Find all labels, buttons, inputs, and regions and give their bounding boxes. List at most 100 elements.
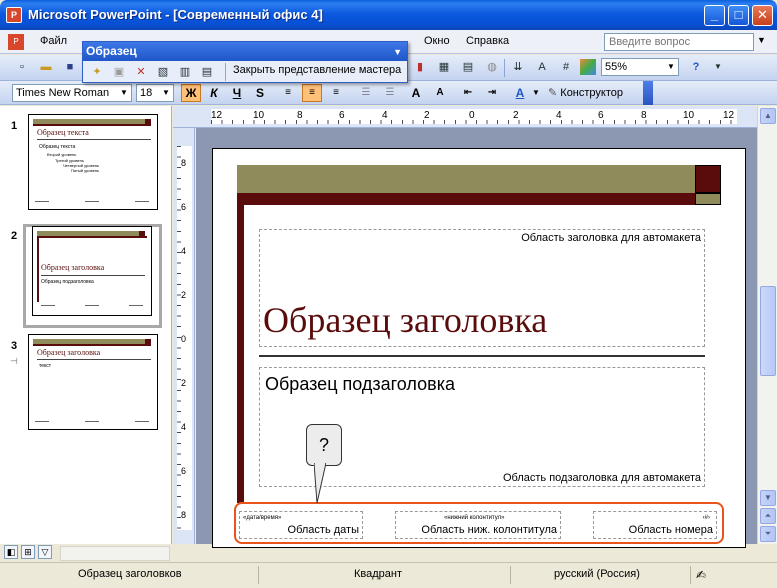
master-layout-icon[interactable]: ▤	[199, 64, 215, 80]
document-icon[interactable]: P	[8, 34, 24, 50]
minimize-button[interactable]: _	[704, 5, 725, 26]
thumb-title: Образец заголовка	[41, 263, 105, 272]
zoom-dropdown-icon[interactable]: ▼	[665, 60, 677, 74]
font-size-value: 18	[140, 87, 153, 99]
ruler-label: 0	[469, 110, 475, 121]
table-icon[interactable]: ▦	[436, 59, 452, 75]
next-slide-icon[interactable]: ⏷	[760, 526, 776, 542]
scroll-down-icon[interactable]: ▼	[760, 490, 776, 506]
designer-label: Конструктор	[560, 87, 623, 99]
slide-sorter-view-icon[interactable]: ⊞	[21, 545, 35, 559]
ruler-label: 2	[181, 378, 187, 388]
thumb-title: Образец текста	[37, 128, 89, 137]
expand-all-icon[interactable]: ⇊	[510, 59, 526, 75]
insert-title-master-icon[interactable]: ▣	[111, 64, 127, 80]
font-size-combo[interactable]: 18 ▼	[136, 84, 174, 102]
ruler-label: 10	[253, 110, 265, 121]
help-dropdown-icon[interactable]: ▼	[757, 35, 766, 45]
menu-help[interactable]: Справка	[466, 35, 509, 47]
align-right-icon[interactable]: ≡	[326, 84, 346, 102]
font-dropdown-icon[interactable]: ▼	[118, 86, 130, 100]
corner-block	[695, 165, 721, 193]
ruler-label: 4	[181, 422, 187, 432]
thumbnail-slide-master-2[interactable]: Образец заголовка текст	[28, 334, 158, 430]
thumbnail-slide-master[interactable]: Образец текста Образец текста Второй уро…	[28, 114, 158, 210]
delete-master-icon[interactable]: ✕	[133, 64, 149, 80]
insert-slide-master-icon[interactable]: ✦	[89, 64, 105, 80]
help-icon[interactable]: ?	[688, 59, 704, 75]
ruler-label: 2	[424, 110, 430, 121]
master-subtitle-text[interactable]: Образец подзаголовка	[265, 374, 455, 395]
thumbnails-horizontal-scrollbar[interactable]	[60, 546, 170, 561]
subtitle-area-label: Область подзаголовка для автомакета	[502, 472, 701, 484]
font-color-dropdown-icon[interactable]: ▼	[530, 84, 542, 102]
vertical-scrollbar[interactable]: ▲ ▼ ⏶ ⏷	[757, 106, 777, 544]
increase-indent-icon[interactable]: ⇥	[482, 84, 502, 102]
corner-block-lower	[695, 193, 721, 205]
zoom-combo[interactable]: 55% ▼	[601, 58, 679, 76]
menu-file[interactable]: Файл	[40, 35, 67, 47]
font-name: Times New Roman	[16, 87, 110, 99]
bold-button[interactable]: Ж	[181, 84, 201, 102]
italic-button[interactable]: К	[204, 84, 224, 102]
shadow-button[interactable]: S	[250, 84, 270, 102]
thumb-text: текст	[39, 363, 52, 369]
color-grayscale-icon[interactable]	[580, 59, 596, 75]
thumb-number: 1	[11, 120, 18, 132]
tables-borders-icon[interactable]: ▤	[460, 59, 476, 75]
designer-icon: ✎	[548, 87, 558, 99]
title-bar: P Microsoft PowerPoint - [Современный оф…	[0, 0, 777, 30]
show-formatting-icon[interactable]: A	[534, 59, 550, 75]
spelling-check-icon[interactable]: ✍	[696, 568, 706, 582]
rename-master-icon[interactable]: ▥	[177, 64, 193, 80]
numbering-icon[interactable]: ☰	[356, 84, 376, 102]
master-title-text[interactable]: Образец заголовка	[263, 299, 547, 341]
new-document-icon[interactable]: ▫	[14, 59, 30, 75]
close-button[interactable]: ✕	[752, 5, 773, 26]
close-master-view-button[interactable]: Закрыть представление мастера	[233, 64, 401, 76]
font-combo[interactable]: Times New Roman ▼	[12, 84, 132, 102]
slide-show-view-icon[interactable]: ▽	[38, 545, 52, 559]
master-view-toolbar: Образец ▼ ✦ ▣ ✕ ▧ ▥ ▤ Закрыть представле…	[82, 41, 408, 83]
ruler-label: 6	[339, 110, 345, 121]
help-search-input[interactable]	[604, 33, 754, 51]
show-grid-icon[interactable]: #	[558, 59, 574, 75]
thumb-subtitle: Образец подзаголовка	[41, 279, 94, 285]
powerpoint-app-icon[interactable]: P	[6, 7, 22, 23]
callout-pointer	[314, 463, 326, 504]
master-toolbar-dropdown-icon[interactable]: ▼	[393, 43, 402, 61]
scroll-up-icon[interactable]: ▲	[760, 108, 776, 124]
ruler-label: 6	[181, 466, 187, 476]
master-toolbar-header[interactable]: Образец ▼	[83, 42, 407, 61]
thumb-text: Образец текста	[39, 144, 76, 150]
align-center-icon[interactable]: ≡	[302, 84, 322, 102]
thumbnail-title-master[interactable]: Образец заголовка Образец подзаголовка	[32, 226, 152, 316]
ruler-label: 12	[211, 110, 223, 121]
underline-button[interactable]: Ч	[227, 84, 247, 102]
toolbar-overflow-icon[interactable]	[643, 81, 653, 105]
decrease-indent-icon[interactable]: ⇤	[458, 84, 478, 102]
designer-button[interactable]: ✎ Конструктор	[548, 84, 644, 102]
insert-hyperlink-icon[interactable]: ◍	[484, 59, 500, 75]
olive-band	[237, 165, 695, 193]
normal-view-icon[interactable]: ◧	[4, 545, 18, 559]
scroll-thumb[interactable]	[760, 286, 776, 376]
ruler-label: 8	[181, 510, 187, 520]
status-bar: Образец заголовков Квадрант русский (Рос…	[0, 562, 777, 588]
increase-font-icon[interactable]: A	[406, 84, 426, 102]
toolbar-options-icon[interactable]: ▼	[710, 59, 726, 75]
bullets-icon[interactable]: ☰	[380, 84, 400, 102]
maximize-button[interactable]: □	[728, 5, 749, 26]
decrease-font-icon[interactable]: A	[430, 84, 450, 102]
font-color-icon[interactable]: A	[510, 84, 530, 102]
open-folder-icon[interactable]: ▬	[38, 59, 54, 75]
pin-icon: ⊣	[10, 356, 18, 366]
ruler-label: 2	[513, 110, 519, 121]
menu-window[interactable]: Окно	[424, 35, 450, 47]
chart-icon[interactable]: ▮	[412, 59, 428, 75]
font-size-dropdown-icon[interactable]: ▼	[160, 86, 172, 100]
previous-slide-icon[interactable]: ⏶	[760, 508, 776, 524]
preserve-master-icon[interactable]: ▧	[155, 64, 171, 80]
align-left-icon[interactable]: ≡	[278, 84, 298, 102]
save-icon[interactable]: ■	[62, 59, 78, 75]
